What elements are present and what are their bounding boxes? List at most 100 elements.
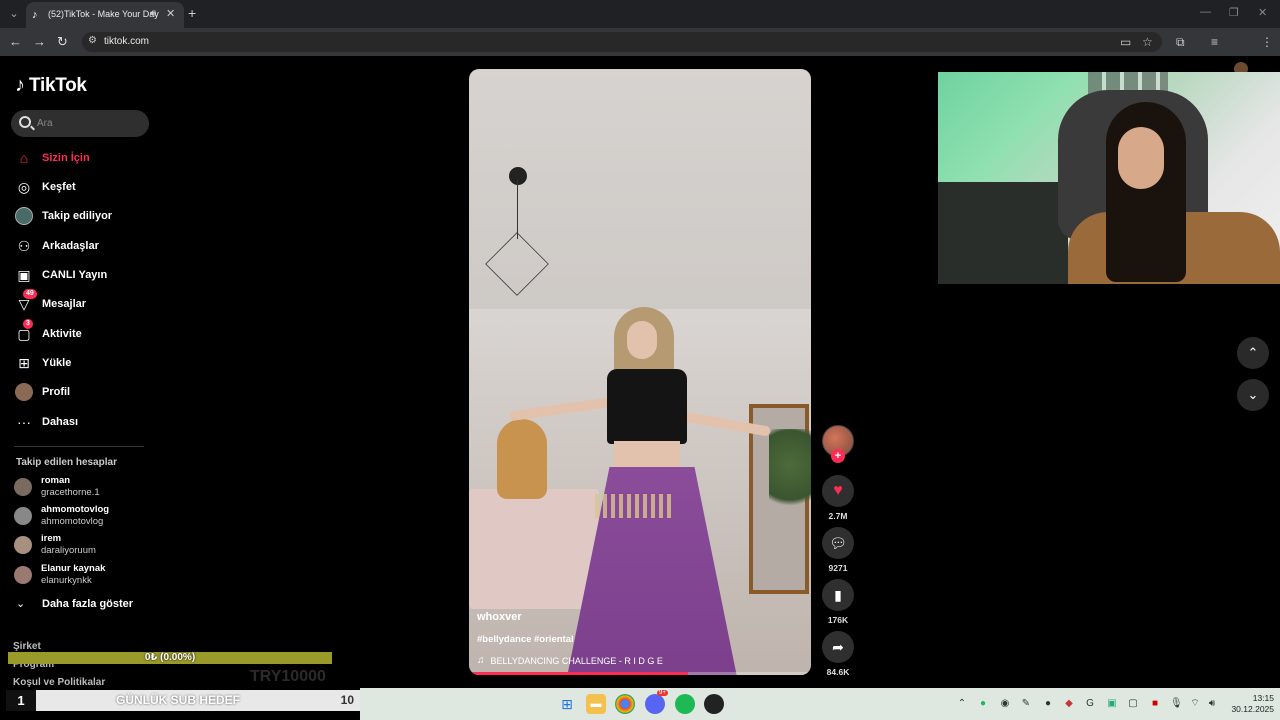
- menu-dots-icon[interactable]: ⋮: [1261, 35, 1273, 49]
- nav-friends[interactable]: ⚇ Arkadaşlar: [14, 235, 154, 257]
- antivirus-icon[interactable]: ◆: [1063, 698, 1075, 710]
- url-bar[interactable]: ⚙ tiktok.com: [82, 32, 1162, 52]
- save-button[interactable]: ▮: [822, 579, 854, 611]
- reload-icon[interactable]: ↻: [57, 34, 68, 50]
- network-icon[interactable]: ⌔: [1189, 698, 1201, 710]
- activity-icon: ▢ 3: [14, 319, 34, 344]
- tray-app-icon[interactable]: G: [1084, 698, 1096, 710]
- dancer-top: [607, 369, 687, 444]
- nav-upload[interactable]: ⊞ Yükle: [14, 352, 154, 374]
- steam-icon[interactable]: ◉: [999, 698, 1011, 710]
- window-close-icon[interactable]: ✕: [1258, 6, 1267, 19]
- close-tab-icon[interactable]: ✕: [166, 7, 175, 20]
- app-icon[interactable]: [704, 694, 724, 714]
- forward-icon[interactable]: →: [33, 34, 46, 49]
- comment-button[interactable]: 💬︎: [822, 527, 854, 559]
- nav-for-you[interactable]: ⌂ Sizin İçin: [14, 147, 154, 169]
- nav-label: CANLI Yayın: [42, 269, 108, 281]
- account-name: roman: [41, 475, 71, 486]
- search-placeholder: Ara: [37, 118, 53, 129]
- file-explorer-icon[interactable]: ▬: [586, 694, 606, 714]
- nav-profile[interactable]: Profil: [14, 381, 154, 403]
- more-icon: ···: [17, 414, 31, 430]
- video-progress[interactable]: [469, 672, 811, 675]
- nav-more[interactable]: ··· Dahası: [14, 411, 154, 433]
- video-progress-fill: [469, 672, 688, 675]
- heart-icon: ♥: [833, 482, 843, 499]
- nav-following[interactable]: Takip ediliyor: [14, 205, 154, 227]
- tray-app-icon[interactable]: ●: [1042, 698, 1054, 710]
- footer-company[interactable]: Şirket: [13, 641, 41, 652]
- volume-icon[interactable]: 🔊︎: [1206, 698, 1218, 710]
- donation-goal-amount: TRY10000: [250, 668, 326, 685]
- save-count: 176K: [827, 615, 849, 625]
- video-player[interactable]: whoxver #bellydance #oriental ♫ BELLYDANC…: [469, 69, 811, 675]
- follow-plus-button[interactable]: +: [831, 449, 845, 463]
- nvidia-icon[interactable]: ▣: [1106, 698, 1118, 710]
- pendant-lamp: [485, 232, 549, 296]
- site-info-icon[interactable]: ⚙: [88, 35, 97, 46]
- media-controls-icon[interactable]: ≡: [1211, 35, 1218, 49]
- tray-app-icon[interactable]: ▢: [1127, 698, 1139, 710]
- nav-messages[interactable]: ▽ 49 Mesajlar: [14, 289, 154, 315]
- sub-goal-target: 10: [340, 693, 354, 707]
- account-username: ahmomotovlog: [41, 516, 104, 527]
- messages-badge: 49: [23, 289, 37, 299]
- avatar: [14, 478, 32, 496]
- like-button[interactable]: ♥: [822, 475, 854, 507]
- cast-icon[interactable]: ▭: [1120, 35, 1131, 49]
- music-title: BELLYDANCING CHALLENGE - R I D G E: [490, 655, 663, 666]
- microphone-icon[interactable]: 🎙︎: [1170, 698, 1183, 710]
- video-hashtags[interactable]: #bellydance #oriental: [477, 634, 574, 645]
- back-icon[interactable]: ←: [9, 34, 22, 49]
- following-account[interactable]: Elanur kaynak elanurkynkk: [14, 562, 154, 588]
- tab-search-icon[interactable]: ⌄: [4, 4, 24, 24]
- share-icon: ➦: [832, 638, 844, 655]
- discord-badge: 9+: [657, 690, 668, 696]
- minimize-icon[interactable]: —: [1200, 6, 1211, 18]
- lamp-fixture: [509, 167, 527, 185]
- comment-icon: 💬︎: [829, 534, 847, 551]
- show-more-button[interactable]: ⌄ Daha fazla göster: [16, 597, 133, 611]
- avatar: [14, 536, 32, 554]
- nav-label: Aktivite: [42, 328, 82, 340]
- tray-expand-icon[interactable]: ⌃: [956, 698, 968, 710]
- footer-terms[interactable]: Koşul ve Politikalar: [13, 677, 105, 688]
- browser-tab[interactable]: ♪ (52)TikTok - Make Your Day 🔊︎ ✕: [26, 2, 184, 28]
- background-furniture: [938, 182, 1068, 284]
- extensions-icon[interactable]: ⧉: [1176, 35, 1185, 50]
- spotify-tray-icon[interactable]: ●: [977, 698, 989, 710]
- share-button[interactable]: ➦: [822, 631, 854, 663]
- nav-live[interactable]: ▣ CANLI Yayın: [14, 264, 154, 286]
- discord-icon[interactable]: 9+: [645, 690, 668, 714]
- new-tab-icon[interactable]: +: [188, 5, 196, 21]
- windows-start-icon[interactable]: ⊞: [557, 694, 577, 714]
- nav-activity[interactable]: ▢ 3 Aktivite: [14, 319, 154, 345]
- search-input[interactable]: Ara: [11, 110, 149, 137]
- restore-icon[interactable]: ❐: [1229, 6, 1239, 19]
- video-music[interactable]: ♫ BELLYDANCING CHALLENGE - R I D G E: [477, 655, 663, 666]
- nav-explore[interactable]: ◎ Keşfet: [14, 176, 154, 198]
- following-account[interactable]: irem daraliyoruum: [14, 532, 154, 558]
- clock-date: 30.12.2025: [1231, 704, 1274, 714]
- tiktok-logo[interactable]: ♪ TikTok: [15, 74, 87, 97]
- following-account[interactable]: ahmomotovlog ahmomotovlog: [14, 503, 154, 529]
- bookmark-star-icon[interactable]: ☆: [1142, 35, 1153, 49]
- lamp-cord: [517, 179, 518, 239]
- system-clock[interactable]: 13:15 30.12.2025: [1222, 693, 1274, 715]
- following-account[interactable]: roman gracethorne.1: [14, 474, 154, 500]
- speaker-icon[interactable]: 🔊︎: [150, 8, 156, 19]
- coin-belt: [595, 494, 675, 518]
- sub-goal-widget: 1 GÜNLÜK SUB HEDEF 10: [6, 690, 360, 711]
- account-username: elanurkynkk: [41, 575, 92, 586]
- next-video-button[interactable]: ⌄: [1237, 379, 1269, 411]
- video-author[interactable]: whoxver: [477, 611, 522, 623]
- pen-icon[interactable]: ✎: [1020, 698, 1032, 710]
- previous-video-button[interactable]: ⌃: [1237, 337, 1269, 369]
- record-icon[interactable]: ■: [1149, 698, 1161, 710]
- chrome-icon[interactable]: [615, 694, 635, 714]
- account-username: daraliyoruum: [41, 545, 96, 556]
- spotify-icon[interactable]: [675, 694, 695, 714]
- clock-time: 13:15: [1252, 693, 1274, 703]
- plush-toy: [497, 419, 547, 499]
